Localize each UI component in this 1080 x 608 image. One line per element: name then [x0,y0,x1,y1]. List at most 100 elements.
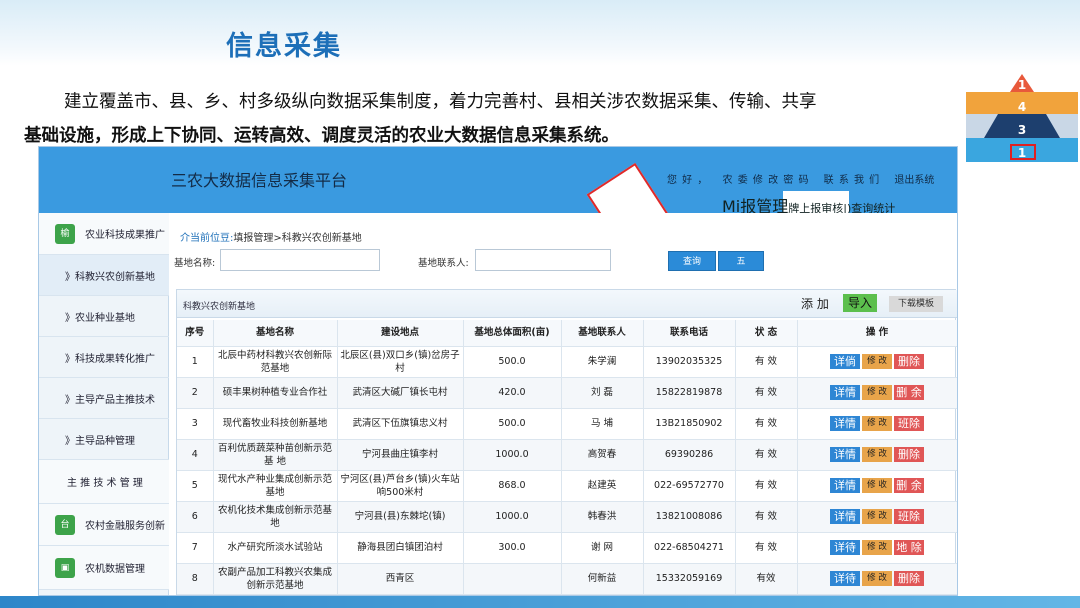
cell-area: 300.0 [463,532,562,564]
col-header: 基地名称 [213,320,338,347]
delete-button[interactable]: 删除 [894,571,924,586]
edit-button[interactable]: 修 改 [862,416,892,431]
edit-button[interactable]: 修 收 [862,478,892,493]
add-button[interactable]: 添 加 [801,295,829,312]
pyramid-diagram: 1 4 3 1 [966,70,1078,162]
panel-title: 科教兴农创新基地 [183,302,256,312]
cell-location: 静海县团白镇团泊村 [337,532,464,564]
col-header: 基地总体面积(亩) [463,320,562,347]
cell-phone: 15332059169 [643,563,736,595]
delete-button[interactable]: 地 除 [894,540,924,555]
cell-status: 有 效 [735,439,798,471]
data-panel: 科教兴农创新基地 添 加 导入 下载模板 序号 基地名称 建设地点 基地总体面积… [176,289,957,595]
sidebar-item-main-tech[interactable]: 》主导产品主推技术 [39,378,169,419]
cell-status: 有 效 [735,377,798,409]
cell-no: 1 [177,346,214,378]
sidebar-item-label: 》科技成果转化推广 [65,353,155,365]
cell-phone: 022-69572770 [643,470,736,502]
edit-button[interactable]: 修 改 [862,354,892,369]
detail-button[interactable]: 详待 [830,571,860,586]
base-name-input[interactable] [220,249,380,271]
top-links: 您 好 ， 农 委 修 改 密 码 联 系 我 们 退出系统 [667,171,944,186]
sidebar-item-label: 》科教兴农创新基地 [65,271,155,283]
edit-button[interactable]: 修 改 [862,540,892,555]
query-button[interactable]: 查询 [668,251,716,271]
cell-actions: 详情修 改删除 [797,439,957,471]
cell-area: 500.0 [463,408,562,440]
breadcrumb: 介当前位豆:填报管理>科教兴农创新基地 [180,229,362,244]
cell-phone: 15822819878 [643,377,736,409]
download-template-button[interactable]: 下载模板 [889,296,943,312]
pyramid-label-2: 4 [1017,100,1027,114]
sidebar-item-recommended-tech[interactable]: 主 推 技 术 管 理 [39,460,169,504]
edit-button[interactable]: 修 改 [862,385,892,400]
edit-button[interactable]: 修 改 [862,447,892,462]
delete-button[interactable]: 删 余 [894,385,924,400]
sidebar-item-rural-finance[interactable]: 台 农村金融服务创新 [39,504,169,546]
breadcrumb-prefix: 介当前位豆: [180,233,234,244]
detail-button[interactable]: 详倘 [830,354,860,369]
table-row: 3 现代畜牧业科技创新基地 武清区下伍旗镇忠义村 500.0 马 埔 13B21… [177,408,957,440]
cell-actions: 详待修 改删除 [797,563,957,595]
detail-button[interactable]: 详情 [830,478,860,493]
delete-button[interactable]: 删除 [894,447,924,462]
sidebar-item-variety-management[interactable]: 》主导品种管理 [39,419,169,460]
cell-location: 宁河县(县)东棘坨(镇) [337,501,464,533]
cell-actions: 详情修 收删 余 [797,470,957,502]
detail-button[interactable]: 详待 [830,540,860,555]
panel-header: 科教兴农创新基地 添 加 导入 下载模板 [177,290,957,318]
sidebar-item-seed-base[interactable]: 》农业种业基地 [39,296,169,337]
detail-button[interactable]: 详情 [830,509,860,524]
edit-button[interactable]: 修 改 [862,509,892,524]
cell-name: 农副产品加工科教兴农集成创新示范基地 [213,563,338,595]
edit-button[interactable]: 修 改 [862,571,892,586]
detail-button[interactable]: 详情 [830,385,860,400]
cell-name: 硕丰果树种植专业合作社 [213,377,338,409]
cell-location: 北辰区(县)双口乡(镇)岔房子 村 [337,346,464,378]
sidebar-item-label: 》主导产品主推技术 [65,394,155,406]
base-contact-input[interactable] [475,249,611,271]
cell-area: 1000.0 [463,439,562,471]
cell-area: 500.0 [463,346,562,378]
cell-phone: 022-68504271 [643,532,736,564]
delete-button[interactable]: 删 余 [894,478,924,493]
sidebar-item-tech-promotion[interactable]: 榆 农业科技成果推广 [39,213,169,255]
cell-name: 北辰中药材科教兴农创新际范基地 [213,346,338,378]
cell-area: 1000.0 [463,501,562,533]
col-header: 联系电话 [643,320,736,347]
reset-button[interactable]: 五 [718,251,764,271]
sidebar-item-transfer-promotion[interactable]: 》科技成果转化推广 [39,337,169,378]
logout-link[interactable]: 退出系统 [894,175,934,186]
import-button[interactable]: 导入 [843,294,877,312]
change-password-link[interactable]: 农 委 修 改 密 码 [723,175,809,186]
cell-status: 有 效 [735,346,798,378]
contact-us-link[interactable]: 联 系 我 们 [824,175,880,186]
table-row: 7 水产研究所淡水试验站 静海县团白镇团泊村 300.0 谢 网 022-685… [177,532,957,564]
cell-area [463,563,562,595]
delete-button[interactable]: 班除 [894,416,924,431]
sidebar-item-innovation-base[interactable]: 》科教兴农创新基地 [39,255,169,296]
cell-contact: 韩春洪 [561,501,644,533]
detail-button[interactable]: 详情 [830,447,860,462]
sidebar-item-label: 主 推 技 术 管 理 [67,478,143,489]
sidebar-item-agri-machinery[interactable]: ▣ 农机数据管理 [39,546,169,590]
cell-contact: 马 埔 [561,408,644,440]
sidebar-item-label: 农村金融服务创新 [85,521,165,532]
cell-area: 420.0 [463,377,562,409]
cell-name: 水产研究所淡水试验站 [213,532,338,564]
base-name-label: 基地名称: [174,258,216,269]
delete-button[interactable]: 删除 [894,354,924,369]
detail-button[interactable]: 详情 [830,416,860,431]
cell-contact: 刘 磊 [561,377,644,409]
tech-promotion-icon: 榆 [55,223,75,244]
cell-name: 现代水产种业集成创新示范基地 [213,470,338,502]
finance-icon: 台 [55,514,75,535]
base-table: 序号 基地名称 建设地点 基地总体面积(亩) 基地联系人 联系电话 状 态 操 … [177,320,957,595]
col-header: 操 作 [797,320,957,347]
cell-name: 现代畜牧业科技创新基地 [213,408,338,440]
cell-phone: 13902035325 [643,346,736,378]
delete-button[interactable]: 班除 [894,509,924,524]
table-row: 2 硕丰果树种植专业合作社 武清区大碱厂镇长屯村 420.0 刘 磊 15822… [177,377,957,409]
cell-contact: 赵建英 [561,470,644,502]
cell-no: 8 [177,563,214,595]
